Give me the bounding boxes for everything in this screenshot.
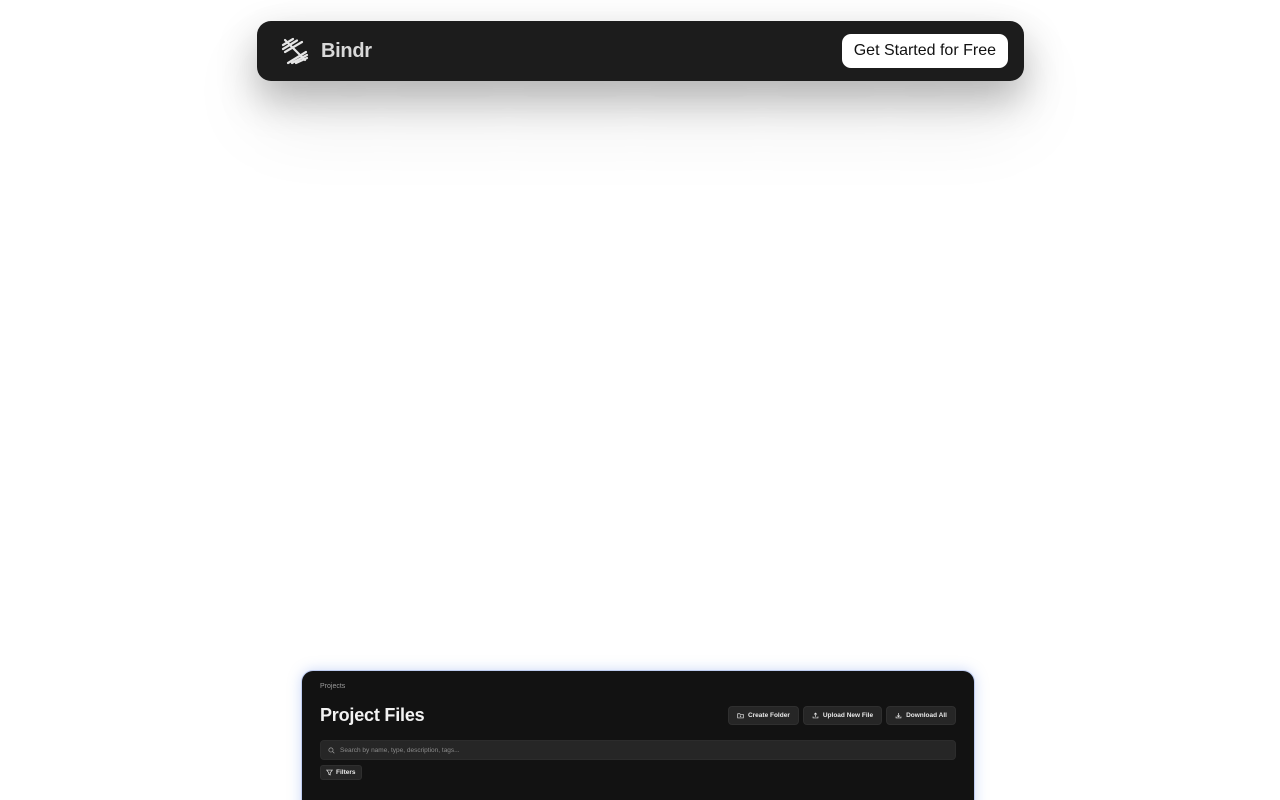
download-icon (895, 713, 902, 719)
search-icon (328, 746, 335, 754)
top-navbar: Bindr Get Started for Free (257, 21, 1024, 81)
page-title: Project Files (320, 705, 425, 725)
bindr-logo-icon (281, 37, 309, 65)
download-all-button[interactable]: Download All (886, 706, 956, 725)
get-started-button[interactable]: Get Started for Free (841, 34, 1008, 68)
create-folder-label: Create Folder (747, 712, 790, 719)
landing-page: Bindr Get Started for Free Projects Proj… (0, 0, 1280, 800)
upload-icon (812, 712, 819, 719)
create-folder-button[interactable]: Create Folder (727, 706, 799, 725)
preview-header: Project Files Create Folder Upload New F… (320, 705, 956, 726)
upload-new-file-label: Upload New File (822, 712, 874, 719)
filters-label: Filters (336, 769, 356, 776)
download-all-label: Download All (906, 712, 947, 719)
filter-icon (326, 769, 333, 776)
folder-plus-icon (737, 713, 744, 719)
action-buttons: Create Folder Upload New File Download A… (727, 706, 956, 725)
upload-new-file-button[interactable]: Upload New File (802, 706, 883, 725)
search-input[interactable] (340, 746, 948, 754)
search-bar (320, 740, 956, 760)
brand[interactable]: Bindr (280, 36, 372, 66)
filters-button[interactable]: Filters (320, 765, 362, 780)
app-preview-panel: Projects Project Files Create Folder Upl… (302, 671, 974, 800)
breadcrumb[interactable]: Projects (320, 683, 956, 691)
brand-name: Bindr (321, 39, 372, 62)
